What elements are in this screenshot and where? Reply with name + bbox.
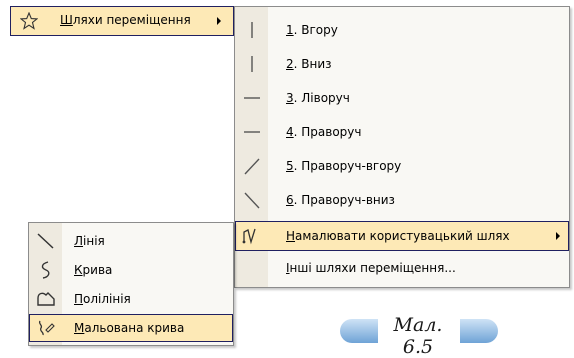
menu-item-up[interactable]: 1. Вгору bbox=[235, 13, 569, 47]
line-down-right-icon bbox=[241, 188, 263, 212]
polyline-tool-icon bbox=[34, 288, 58, 310]
motion-paths-menu-item[interactable]: Шляхи переміщення bbox=[10, 6, 234, 36]
menu-item-label: 3. Ліворуч bbox=[286, 91, 350, 105]
menu-item-down-right[interactable]: 6. Праворуч-вниз bbox=[235, 183, 569, 217]
menu-item-polyline[interactable]: Полілінія bbox=[29, 284, 233, 313]
menu-item-label: 4. Праворуч bbox=[286, 125, 362, 139]
line-up-icon bbox=[243, 18, 261, 42]
menu-item-label: Крива bbox=[74, 262, 113, 277]
custom-path-icon bbox=[241, 225, 263, 247]
figure-caption: Мал. 6.5 bbox=[334, 304, 498, 358]
menu-item-draw-custom-path[interactable]: Намалювати користувацький шлях bbox=[235, 221, 569, 251]
submenu-arrow-icon bbox=[217, 17, 221, 25]
menu-item-left[interactable]: 3. Ліворуч bbox=[235, 81, 569, 115]
menu-item-label: Мальована крива bbox=[74, 321, 185, 335]
menu-item-label: Інші шляхи переміщення... bbox=[286, 261, 456, 275]
submenu-arrow-icon bbox=[556, 232, 560, 240]
menu-item-other-paths[interactable]: Інші шляхи переміщення... bbox=[235, 253, 569, 283]
menu-item-label: Лінія bbox=[74, 233, 105, 248]
menu-item-label: 5. Праворуч-вгору bbox=[286, 159, 402, 173]
motion-paths-label: Шляхи переміщення bbox=[60, 13, 191, 27]
menu-item-down[interactable]: 2. Вниз bbox=[235, 47, 569, 81]
menu-item-label: Полілінія bbox=[74, 291, 131, 306]
menu-item-up-right[interactable]: 5. Праворуч-вгору bbox=[235, 149, 569, 183]
draw-custom-path-submenu: Лінія Крива Полілінія Мальована крива bbox=[28, 222, 234, 346]
menu-item-label: Намалювати користувацький шлях bbox=[286, 229, 510, 243]
motion-paths-submenu: 1. Вгору 2. Вниз 3. Ліворуч 4. Праворуч bbox=[234, 6, 570, 288]
menu-item-line[interactable]: Лінія bbox=[29, 226, 233, 255]
caption-right-decoration bbox=[460, 319, 498, 343]
curve-tool-icon bbox=[35, 259, 57, 281]
line-right-icon bbox=[241, 120, 263, 144]
line-down-icon bbox=[243, 52, 261, 76]
caption-text: Мал. 6.5 bbox=[393, 314, 443, 358]
line-up-right-icon bbox=[241, 154, 263, 178]
line-left-icon bbox=[241, 86, 263, 110]
caption-left-decoration bbox=[340, 319, 378, 343]
menu-item-label: 2. Вниз bbox=[286, 57, 332, 71]
menu-item-label: 6. Праворуч-вниз bbox=[286, 193, 395, 207]
star-outline-icon bbox=[20, 12, 38, 30]
menu-item-right[interactable]: 4. Праворуч bbox=[235, 115, 569, 149]
menu-item-curve[interactable]: Крива bbox=[29, 255, 233, 284]
menu-item-label: 1. Вгору bbox=[286, 23, 338, 37]
freeform-tool-icon bbox=[35, 317, 57, 339]
menu-item-freeform[interactable]: Мальована крива bbox=[29, 314, 233, 342]
line-tool-icon bbox=[35, 230, 57, 252]
